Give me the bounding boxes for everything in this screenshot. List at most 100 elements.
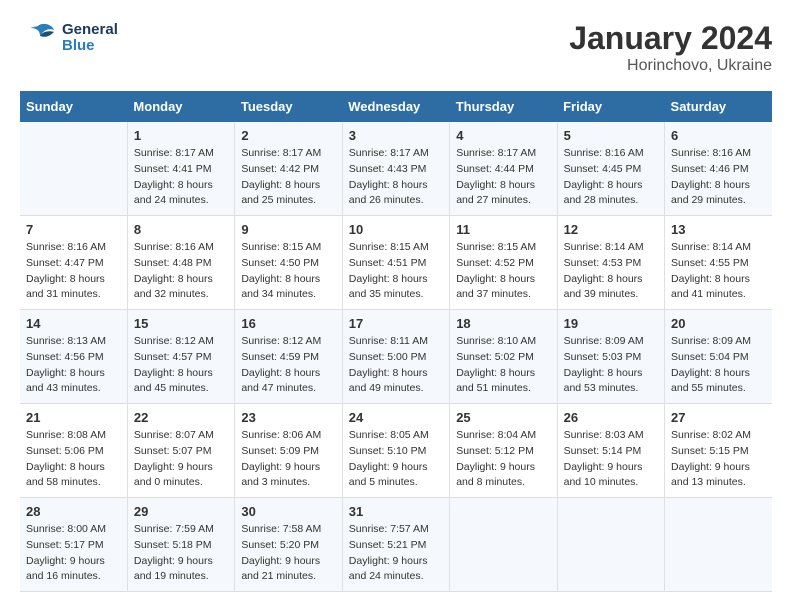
calendar-cell (20, 122, 127, 216)
logo-container: General Blue (20, 20, 118, 56)
day-info: Sunrise: 8:10 AMSunset: 5:02 PMDaylight:… (456, 334, 550, 397)
calendar-cell (450, 498, 557, 592)
day-info: Sunrise: 8:08 AMSunset: 5:06 PMDaylight:… (26, 428, 121, 491)
calendar-week-row: 7 Sunrise: 8:16 AMSunset: 4:47 PMDaylight… (20, 216, 772, 310)
logo-blue-text: Blue (62, 38, 118, 55)
calendar-cell: 8 Sunrise: 8:16 AMSunset: 4:48 PMDaylight… (127, 216, 234, 310)
day-info: Sunrise: 8:15 AMSunset: 4:52 PMDaylight:… (456, 240, 550, 303)
day-number: 13 (671, 222, 766, 237)
logo: General Blue (20, 20, 118, 56)
calendar-cell: 20Sunrise: 8:09 AMSunset: 5:04 PMDayligh… (665, 310, 772, 404)
calendar-cell: 25Sunrise: 8:04 AMSunset: 5:12 PMDayligh… (450, 404, 557, 498)
day-info: Sunrise: 8:15 AMSunset: 4:51 PMDaylight:… (349, 240, 443, 303)
day-number: 23 (241, 410, 335, 425)
calendar-week-row: 21Sunrise: 8:08 AMSunset: 5:06 PMDayligh… (20, 404, 772, 498)
calendar-cell: 21Sunrise: 8:08 AMSunset: 5:06 PMDayligh… (20, 404, 127, 498)
day-number: 2 (241, 128, 335, 143)
calendar-cell: 15Sunrise: 8:12 AMSunset: 4:57 PMDayligh… (127, 310, 234, 404)
day-number: 3 (349, 128, 443, 143)
day-number: 14 (26, 316, 121, 331)
day-number: 31 (349, 504, 443, 519)
day-info: Sunrise: 8:17 AMSunset: 4:42 PMDaylight:… (241, 146, 335, 209)
day-number: 12 (564, 222, 658, 237)
day-info: Sunrise: 8:12 AMSunset: 4:59 PMDaylight:… (241, 334, 335, 397)
weekday-header: Thursday (450, 91, 557, 122)
calendar-cell: 7 Sunrise: 8:16 AMSunset: 4:47 PMDaylight… (20, 216, 127, 310)
day-info: Sunrise: 8:00 AMSunset: 5:17 PMDaylight:… (26, 522, 121, 585)
day-info: Sunrise: 8:14 AMSunset: 4:53 PMDaylight:… (564, 240, 658, 303)
calendar-cell: 18 Sunrise: 8:10 AMSunset: 5:02 PMDayligh… (450, 310, 557, 404)
calendar-cell: 9Sunrise: 8:15 AMSunset: 4:50 PMDaylight… (235, 216, 342, 310)
weekday-header-row: SundayMondayTuesdayWednesdayThursdayFrid… (20, 91, 772, 122)
logo-bird-icon (20, 20, 56, 56)
calendar-cell: 14Sunrise: 8:13 AMSunset: 4:56 PMDayligh… (20, 310, 127, 404)
logo-general-text: General (62, 22, 118, 39)
weekday-header: Tuesday (235, 91, 342, 122)
page-header: General Blue January 2024 Horinchovo, Uk… (20, 20, 772, 75)
day-number: 4 (456, 128, 550, 143)
calendar-cell: 27Sunrise: 8:02 AMSunset: 5:15 PMDayligh… (665, 404, 772, 498)
weekday-header: Monday (127, 91, 234, 122)
weekday-header: Sunday (20, 91, 127, 122)
day-info: Sunrise: 7:58 AMSunset: 5:20 PMDaylight:… (241, 522, 335, 585)
day-info: Sunrise: 8:16 AMSunset: 4:46 PMDaylight:… (671, 146, 766, 209)
day-info: Sunrise: 8:17 AMSunset: 4:43 PMDaylight:… (349, 146, 443, 209)
calendar-cell: 1 Sunrise: 8:17 AMSunset: 4:41 PMDaylight… (127, 122, 234, 216)
calendar-cell: 22 Sunrise: 8:07 AMSunset: 5:07 PMDayligh… (127, 404, 234, 498)
day-info: Sunrise: 8:09 AMSunset: 5:04 PMDaylight:… (671, 334, 766, 397)
calendar-cell: 12 Sunrise: 8:14 AMSunset: 4:53 PMDayligh… (557, 216, 664, 310)
day-info: Sunrise: 8:14 AMSunset: 4:55 PMDaylight:… (671, 240, 766, 303)
day-info: Sunrise: 8:03 AMSunset: 5:14 PMDaylight:… (564, 428, 658, 491)
month-title: January 2024 (569, 20, 772, 57)
day-info: Sunrise: 7:57 AMSunset: 5:21 PMDaylight:… (349, 522, 443, 585)
day-number: 18 (456, 316, 550, 331)
day-number: 30 (241, 504, 335, 519)
calendar-cell: 10 Sunrise: 8:15 AMSunset: 4:51 PMDayligh… (342, 216, 449, 310)
day-number: 29 (134, 504, 228, 519)
day-number: 19 (564, 316, 658, 331)
day-info: Sunrise: 8:17 AMSunset: 4:44 PMDaylight:… (456, 146, 550, 209)
location-subtitle: Horinchovo, Ukraine (569, 57, 772, 75)
day-number: 10 (349, 222, 443, 237)
day-number: 7 (26, 222, 121, 237)
title-block: January 2024 Horinchovo, Ukraine (569, 20, 772, 75)
day-number: 26 (564, 410, 658, 425)
day-info: Sunrise: 8:16 AMSunset: 4:47 PMDaylight:… (26, 240, 121, 303)
calendar-cell: 11 Sunrise: 8:15 AMSunset: 4:52 PMDayligh… (450, 216, 557, 310)
calendar-cell: 30 Sunrise: 7:58 AMSunset: 5:20 PMDayligh… (235, 498, 342, 592)
day-number: 28 (26, 504, 121, 519)
day-info: Sunrise: 8:16 AMSunset: 4:48 PMDaylight:… (134, 240, 228, 303)
calendar-cell: 17 Sunrise: 8:11 AMSunset: 5:00 PMDayligh… (342, 310, 449, 404)
weekday-header: Wednesday (342, 91, 449, 122)
weekday-header: Friday (557, 91, 664, 122)
day-info: Sunrise: 8:05 AMSunset: 5:10 PMDaylight:… (349, 428, 443, 491)
calendar-cell: 16 Sunrise: 8:12 AMSunset: 4:59 PMDayligh… (235, 310, 342, 404)
calendar-cell: 4 Sunrise: 8:17 AMSunset: 4:44 PMDaylight… (450, 122, 557, 216)
day-info: Sunrise: 7:59 AMSunset: 5:18 PMDaylight:… (134, 522, 228, 585)
calendar-table: SundayMondayTuesdayWednesdayThursdayFrid… (20, 91, 772, 592)
calendar-cell: 26 Sunrise: 8:03 AMSunset: 5:14 PMDayligh… (557, 404, 664, 498)
day-info: Sunrise: 8:07 AMSunset: 5:07 PMDaylight:… (134, 428, 228, 491)
day-number: 8 (134, 222, 228, 237)
calendar-cell (665, 498, 772, 592)
day-number: 16 (241, 316, 335, 331)
day-info: Sunrise: 8:17 AMSunset: 4:41 PMDaylight:… (134, 146, 228, 209)
calendar-cell: 31 Sunrise: 7:57 AMSunset: 5:21 PMDayligh… (342, 498, 449, 592)
day-info: Sunrise: 8:16 AMSunset: 4:45 PMDaylight:… (564, 146, 658, 209)
calendar-cell (557, 498, 664, 592)
calendar-cell: 28 Sunrise: 8:00 AMSunset: 5:17 PMDayligh… (20, 498, 127, 592)
calendar-cell: 13 Sunrise: 8:14 AMSunset: 4:55 PMDayligh… (665, 216, 772, 310)
calendar-week-row: 1 Sunrise: 8:17 AMSunset: 4:41 PMDaylight… (20, 122, 772, 216)
calendar-week-row: 14Sunrise: 8:13 AMSunset: 4:56 PMDayligh… (20, 310, 772, 404)
day-info: Sunrise: 8:11 AMSunset: 5:00 PMDaylight:… (349, 334, 443, 397)
day-number: 1 (134, 128, 228, 143)
calendar-cell: 29 Sunrise: 7:59 AMSunset: 5:18 PMDayligh… (127, 498, 234, 592)
day-info: Sunrise: 8:09 AMSunset: 5:03 PMDaylight:… (564, 334, 658, 397)
day-number: 17 (349, 316, 443, 331)
day-number: 27 (671, 410, 766, 425)
day-number: 5 (564, 128, 658, 143)
day-number: 22 (134, 410, 228, 425)
day-number: 11 (456, 222, 550, 237)
calendar-cell: 19 Sunrise: 8:09 AMSunset: 5:03 PMDayligh… (557, 310, 664, 404)
calendar-cell: 2 Sunrise: 8:17 AMSunset: 4:42 PMDaylight… (235, 122, 342, 216)
